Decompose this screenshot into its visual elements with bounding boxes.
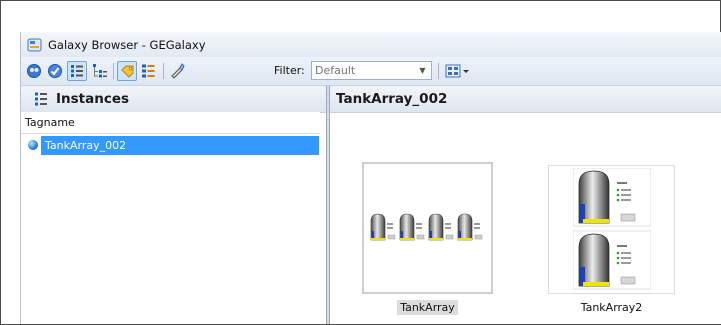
thumbnail-tankarray2[interactable]	[548, 165, 675, 294]
galaxy-browse-button[interactable]	[24, 61, 44, 81]
thumbnail-caption-label: TankArray2	[580, 301, 643, 314]
list-view-icon	[142, 64, 155, 78]
thumbnail-tankarray[interactable]	[362, 162, 493, 294]
window-title: Galaxy Browser - GEGalaxy	[48, 38, 206, 52]
tree-item-selection[interactable]: TankArray_002	[41, 136, 319, 155]
thumbnail-caption[interactable]: TankArray	[362, 300, 493, 315]
toolbar-separator	[113, 63, 114, 79]
tank-array-2-preview-image	[573, 168, 651, 290]
instance-sphere-icon	[28, 140, 38, 150]
chevron-down-icon[interactable]: ▼	[416, 64, 429, 77]
tree-view-button[interactable]	[67, 61, 87, 81]
list-view-button[interactable]	[139, 61, 159, 81]
instances-panel-header: Instances	[21, 86, 326, 113]
graphics-panel-header: TankArray_002	[330, 86, 721, 113]
instances-panel: Instances Tagname TankArray_002	[21, 86, 326, 324]
tag-icon	[121, 65, 134, 78]
toolbar: Filter: Default ▼	[21, 57, 721, 86]
filter-dropdown[interactable]: Default ▼	[311, 61, 432, 80]
filter-edit-icon	[171, 63, 185, 79]
thumbnail-caption[interactable]: TankArray2	[548, 301, 675, 314]
graphics-panel-title: TankArray_002	[336, 91, 448, 107]
tank-array-preview-image	[370, 213, 483, 241]
title-bar: Galaxy Browser - GEGalaxy	[21, 32, 721, 57]
toolbar-separator	[438, 63, 439, 79]
check-icon	[48, 64, 62, 78]
derivation-view-button[interactable]	[90, 61, 110, 81]
check-in-button[interactable]	[45, 61, 65, 81]
graphics-panel: TankArray_002 TankArray TankArray2	[330, 86, 721, 324]
galaxy-browse-icon	[27, 64, 41, 78]
thumbnail-caption-label: TankArray	[397, 300, 458, 315]
tree-item[interactable]: TankArray_002	[25, 136, 319, 155]
filter-label: Filter:	[274, 64, 305, 77]
instances-icon	[35, 92, 47, 106]
tagname-column-header[interactable]: Tagname	[21, 112, 320, 134]
filter-value: Default	[315, 64, 356, 77]
tag-button[interactable]	[117, 61, 137, 81]
galaxy-browser-app-icon	[27, 38, 42, 52]
toolbar-separator	[163, 63, 164, 79]
filter-edit-button[interactable]	[167, 61, 187, 81]
column-header-label: Tagname	[25, 116, 75, 129]
tree-view-icon	[71, 65, 83, 77]
tree-item-label: TankArray_002	[45, 139, 127, 152]
derivation-view-icon	[93, 64, 107, 78]
view-options-button[interactable]	[443, 61, 473, 81]
instances-panel-title: Instances	[56, 91, 130, 107]
galaxy-browser-window: Galaxy Browser - GEGalaxy Filter: Defaul…	[20, 32, 721, 324]
grid-view-dropdown-icon	[445, 64, 469, 78]
